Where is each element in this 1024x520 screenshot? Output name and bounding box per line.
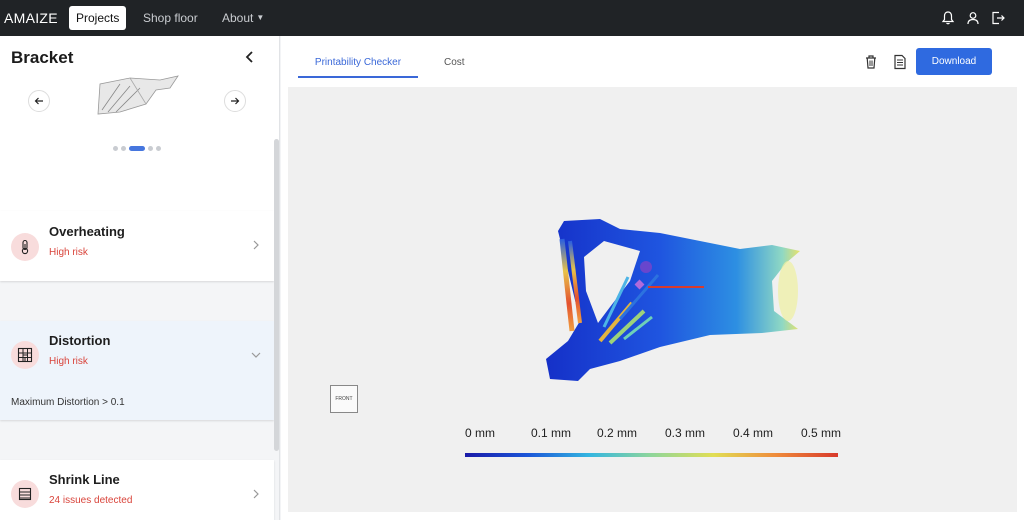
carousel-dot[interactable] [156,146,161,151]
main-content: Printability Checker Cost Download FRONT [281,36,1024,520]
issue-card-overheating[interactable]: Overheating High risk [0,211,274,281]
part-title: Bracket [11,48,74,67]
issue-status: 24 issues detected [49,495,133,506]
carousel-dot[interactable] [148,146,153,151]
part-thumbnail[interactable] [90,74,184,116]
issue-card-distortion[interactable]: Distortion High risk Maximum Distortion … [0,321,274,420]
part-3d-model[interactable] [540,211,808,381]
download-button[interactable]: Download [916,48,992,75]
colorbar-label: 0.4 mm [733,426,774,440]
top-navbar: AMAIZE Projects Shop floor About ▼ [0,0,1024,36]
issue-status: High risk [49,247,88,258]
carousel-prev-button[interactable] [28,90,50,112]
sidebar-scrollbar[interactable] [274,139,279,451]
arrow-left-icon [34,97,43,105]
colorbar-labels: 0 mm 0.1 mm 0.2 mm 0.3 mm 0.4 mm 0.5 mm [288,426,1017,442]
grid-icon [11,341,39,369]
nav-about[interactable]: About ▼ [222,11,264,25]
chevron-right-icon[interactable] [250,239,262,251]
colorbar-label: 0.1 mm [531,426,572,440]
issue-card-shrink-line[interactable]: Shrink Line 24 issues detected [0,460,274,520]
nav-shop-floor[interactable]: Shop floor [143,11,198,25]
tab-cost[interactable]: Cost [444,57,465,68]
arrow-right-icon [231,97,240,105]
tab-printability-checker[interactable]: Printability Checker [298,57,418,78]
issue-title: Shrink Line [49,472,120,487]
colorbar-label: 0.3 mm [665,426,706,440]
carousel-dot[interactable] [113,146,118,151]
orientation-label: FRONT [335,396,353,402]
caret-down-icon: ▼ [256,13,265,22]
part-preview-header: Bracket [0,36,279,211]
carousel-dot[interactable] [121,146,126,151]
distortion-colorbar [465,453,838,457]
issues-sidebar: Bracket Overheating High risk Distortion… [0,36,280,520]
chevron-right-icon[interactable] [250,488,262,500]
chevron-left-icon[interactable] [242,49,258,65]
colorbar-label: 0.2 mm [597,426,638,440]
colorbar-label: 0 mm [465,426,495,440]
chevron-down-icon[interactable] [250,349,262,361]
thermometer-icon [11,233,39,261]
carousel-dots [113,146,161,151]
issue-title: Overheating [49,224,125,239]
report-icon[interactable] [893,54,907,70]
carousel-dot-active[interactable] [129,146,145,151]
nav-projects[interactable]: Projects [69,6,127,30]
distortion-detail: Maximum Distortion > 0.1 [11,397,125,408]
colorbar-label: 0.5 mm [801,426,842,440]
layers-icon [11,480,39,508]
3d-viewer[interactable]: FRONT 0 mm 0.1 mm 0.2 mm 0.3 mm 0.4 mm 0… [288,87,1017,512]
user-icon[interactable] [965,10,981,26]
trash-icon[interactable] [864,54,878,70]
logout-icon[interactable] [990,10,1006,26]
issue-status: High risk [49,356,88,367]
nav-about-label: About [222,11,254,25]
bell-icon[interactable] [940,10,956,26]
issue-title: Distortion [49,333,111,348]
orientation-cube[interactable]: FRONT [330,385,358,413]
brand-logo[interactable]: AMAIZE [4,10,58,26]
carousel-next-button[interactable] [224,90,246,112]
